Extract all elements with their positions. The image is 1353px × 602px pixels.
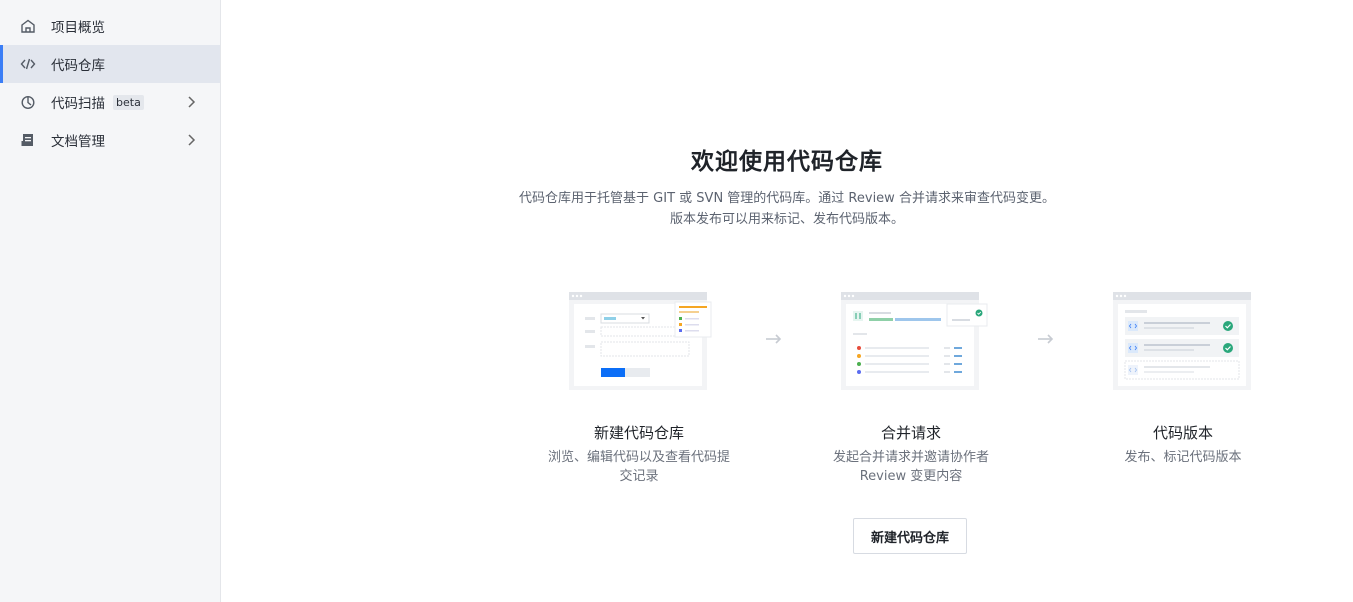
sidebar-item-code-scan[interactable]: 代码扫描 beta [0,83,220,121]
sidebar-item-code-repo[interactable]: 代码仓库 [0,45,220,83]
chevron-right-icon[interactable] [186,95,196,109]
sidebar-item-label: 代码扫描 [51,96,105,112]
arrow-right-icon [766,334,782,344]
arrow-right-icon [1038,334,1054,344]
document-icon [20,132,36,148]
code-icon [20,56,36,72]
sidebar-item-overview[interactable]: 项目概览 [0,7,220,45]
page-description: 代码仓库用于托管基于 GIT 或 SVN 管理的代码库。通过 Review 合并… [519,191,1055,206]
page-title: 欢迎使用代码仓库 [691,149,883,175]
merge-request-illustration [841,292,988,390]
scan-icon [20,94,36,110]
sidebar-item-label: 文档管理 [51,134,105,150]
sidebar-item-label: 代码仓库 [51,58,105,74]
new-repo-illustration [569,292,712,390]
main-content: 欢迎使用代码仓库 代码仓库用于托管基于 GIT 或 SVN 管理的代码库。通过 … [221,0,1353,602]
chevron-right-icon[interactable] [186,133,196,147]
sidebar-item-label: 项目概览 [51,20,105,36]
code-version-illustration [1113,292,1251,390]
feature-description: 发起合并请求并邀请协作者 Review 变更内容 [832,450,989,484]
feature-title: 新建代码仓库 [593,424,684,442]
beta-badge: beta [113,94,144,110]
home-icon [20,18,36,34]
feature-description: 发布、标记代码版本 [1124,450,1242,465]
feature-description: 浏览、编辑代码以及查看代码提交记录 [547,450,730,484]
feature-title: 合并请求 [880,424,941,442]
sidebar: 项目概览 代码仓库 代码扫描 beta 文档管理 [0,0,221,602]
create-repo-button[interactable]: 新建代码仓库 [853,518,967,554]
sidebar-item-docs[interactable]: 文档管理 [0,121,220,159]
page-description: 版本发布可以用来标记、发布代码版本。 [669,212,904,227]
feature-title: 代码版本 [1152,424,1213,442]
